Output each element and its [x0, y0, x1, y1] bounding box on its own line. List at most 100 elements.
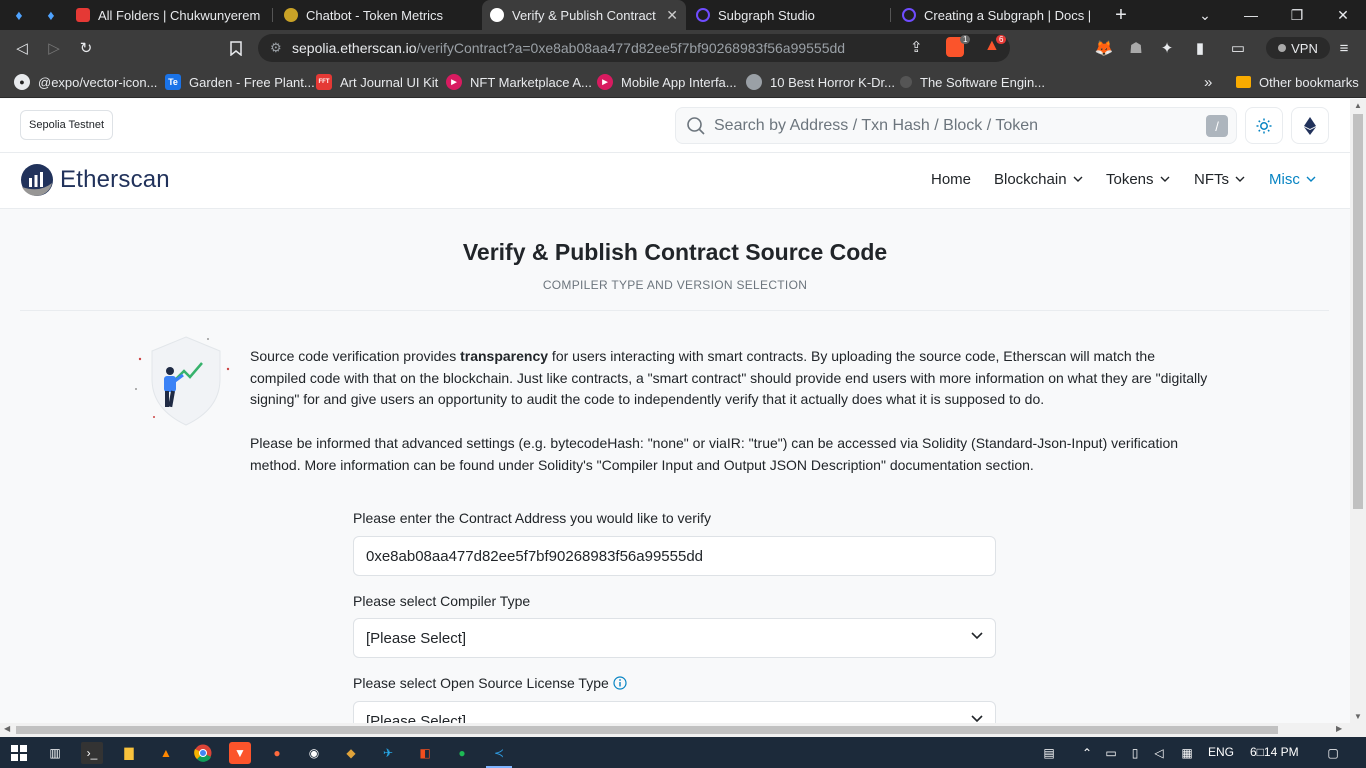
forward-icon[interactable]: ▷ — [42, 36, 66, 60]
extension-agent-icon[interactable]: ☗ — [1124, 36, 1148, 60]
url-domain: sepolia.etherscan.io — [292, 40, 417, 56]
metamask-icon[interactable]: 🦊 — [1092, 36, 1116, 60]
horizontal-scrollbar[interactable]: ◀ ▶ — [0, 723, 1366, 737]
bookmark-icon[interactable] — [224, 36, 248, 60]
site-info-icon[interactable]: ⚙ — [270, 40, 282, 56]
tab-search-chevron-icon[interactable]: ⌄ — [1182, 0, 1228, 30]
pinned-tab-2[interactable]: ♦ — [36, 4, 66, 26]
spotify-icon[interactable]: ● — [451, 742, 473, 764]
etherscan-logo[interactable]: Etherscan — [20, 163, 170, 197]
nav-misc[interactable]: Misc — [1269, 171, 1316, 188]
vpn-button[interactable]: VPN — [1266, 37, 1330, 59]
scroll-up-icon[interactable]: ▲ — [1354, 101, 1362, 110]
license-type-select[interactable]: [Please Select] — [353, 701, 996, 723]
terminal-icon[interactable]: ›_ — [81, 742, 103, 764]
notifications-icon[interactable]: ▢ — [1322, 742, 1344, 764]
search-input[interactable]: Search by Address / Txn Hash / Block / T… — [675, 107, 1237, 144]
pinned-tab-1[interactable]: ♦ — [4, 4, 34, 26]
brave-icon[interactable]: ▼ — [229, 742, 251, 764]
bookmark-item[interactable]: Te Garden - Free Plant... — [165, 72, 315, 92]
tab-chatbot[interactable]: Chatbot - Token Metrics — [276, 0, 480, 30]
figma-icon[interactable]: ◧ — [414, 742, 436, 764]
tray-overflow-icon[interactable]: ⌃ — [1076, 742, 1098, 764]
windows-start-icon[interactable] — [8, 742, 30, 764]
chevron-down-icon — [971, 632, 983, 640]
license-type-label: Please select Open Source License Type — [353, 675, 627, 691]
clickup-icon — [76, 8, 90, 22]
new-tab-button[interactable]: + — [1098, 0, 1144, 30]
bookmark-label: NFT Marketplace A... — [470, 74, 592, 90]
nav-label: Misc — [1269, 171, 1300, 188]
logo-text: Etherscan — [60, 166, 170, 193]
nav-home[interactable]: Home — [931, 171, 971, 188]
network-icon[interactable]: ▭ — [1100, 742, 1122, 764]
package-icon[interactable]: ◆ — [340, 742, 362, 764]
telegram-icon[interactable]: ✈ — [377, 742, 399, 764]
compiler-type-select[interactable]: [Please Select] — [353, 618, 996, 658]
network-switch-button[interactable] — [1291, 107, 1329, 144]
bookmark-item[interactable]: The Software Engin... — [900, 72, 1045, 92]
keyboard-layout-icon[interactable]: ▤ — [1038, 742, 1060, 764]
address-bar[interactable]: ⚙ sepolia.etherscan.io/verifyContract?a=… — [258, 34, 1010, 62]
file-explorer-icon[interactable]: ▇ — [118, 742, 140, 764]
scroll-right-icon[interactable]: ▶ — [1336, 724, 1342, 733]
network-badge[interactable]: Sepolia Testnet — [20, 110, 114, 140]
bookmark-item[interactable]: ● @expo/vector-icon... — [14, 72, 157, 92]
tab-creating-subgraph[interactable]: Creating a Subgraph | Docs | Th — [894, 0, 1098, 30]
wallet-icon[interactable]: ▭ — [1226, 36, 1250, 60]
dot-icon — [900, 76, 912, 88]
bookmark-item[interactable]: ▶ Mobile App Interfa... — [597, 72, 737, 92]
minimize-button[interactable]: — — [1228, 0, 1274, 30]
battery-icon[interactable]: ▯ — [1124, 742, 1146, 764]
sidebar-icon[interactable]: ▮ — [1188, 36, 1212, 60]
extensions-icon[interactable]: ✦ — [1155, 36, 1179, 60]
theme-toggle-button[interactable] — [1245, 107, 1283, 144]
bookmark-item[interactable]: ▶ NFT Marketplace A... — [446, 72, 592, 92]
close-window-button[interactable]: ✕ — [1320, 0, 1366, 30]
volume-icon[interactable]: ◁ — [1148, 742, 1170, 764]
scroll-left-icon[interactable]: ◀ — [4, 724, 10, 733]
bookmark-item[interactable]: FFT Art Journal UI Kit — [316, 72, 438, 92]
app-orange-icon[interactable]: ● — [266, 742, 288, 764]
task-view-icon[interactable]: ▥ — [44, 742, 66, 764]
nav-label: Blockchain — [994, 171, 1067, 188]
chevron-down-icon — [1306, 174, 1316, 185]
clock[interactable]: 6□14 PM — [1250, 745, 1299, 759]
scroll-down-icon[interactable]: ▼ — [1354, 712, 1362, 721]
other-bookmarks[interactable]: Other bookmarks — [1236, 72, 1359, 92]
shields-count: 1 — [960, 35, 971, 44]
nav-blockchain[interactable]: Blockchain — [994, 171, 1083, 188]
bookmark-item[interactable]: 10 Best Horror K-Dr... — [746, 72, 895, 92]
contract-address-input[interactable]: 0xe8ab08aa477d82ee5f7bf90268983f56a99555… — [353, 536, 996, 576]
touch-keyboard-icon[interactable]: ▦ — [1176, 742, 1198, 764]
tab-title: Chatbot - Token Metrics — [306, 7, 444, 23]
more-bookmarks-button[interactable]: » — [1204, 72, 1212, 92]
vertical-scroll-thumb[interactable] — [1353, 114, 1363, 509]
vscode-icon[interactable]: ≺ — [488, 742, 510, 764]
menu-icon[interactable]: ≡ — [1332, 36, 1356, 60]
horizontal-scroll-thumb[interactable] — [16, 726, 1278, 734]
app-green-icon[interactable]: ◉ — [303, 742, 325, 764]
share-icon[interactable]: ⇪ — [910, 38, 923, 56]
browser-toolbar: ◁ ▷ ↻ ⚙ sepolia.etherscan.io/verifyContr… — [0, 30, 1366, 66]
nav-label: Tokens — [1106, 171, 1154, 188]
intro-emphasis: transparency — [460, 348, 549, 364]
chrome-icon[interactable] — [192, 742, 214, 764]
maximize-button[interactable]: ❐ — [1274, 0, 1320, 30]
tab-title: All Folders | Chukwunyerem's W — [98, 7, 260, 23]
other-bookmarks-label: Other bookmarks — [1259, 74, 1359, 90]
github-icon: ● — [14, 74, 30, 90]
vlc-icon[interactable]: ▲ — [155, 742, 177, 764]
nav-nfts[interactable]: NFTs — [1194, 171, 1245, 188]
vertical-scrollbar[interactable]: ▲ ▼ — [1350, 99, 1366, 723]
reload-icon[interactable]: ↻ — [74, 36, 98, 60]
info-icon[interactable] — [613, 676, 627, 690]
back-icon[interactable]: ◁ — [10, 36, 34, 60]
nav-label: NFTs — [1194, 171, 1229, 188]
language-indicator[interactable]: ENG — [1208, 745, 1234, 759]
tab-subgraph-studio[interactable]: Subgraph Studio — [688, 0, 888, 30]
nav-tokens[interactable]: Tokens — [1106, 171, 1170, 188]
close-tab-icon[interactable]: ✕ — [666, 7, 678, 24]
tab-all-folders[interactable]: All Folders | Chukwunyerem's W — [68, 0, 268, 30]
tab-verify-contract[interactable]: Verify & Publish Contract So ✕ — [482, 0, 686, 30]
